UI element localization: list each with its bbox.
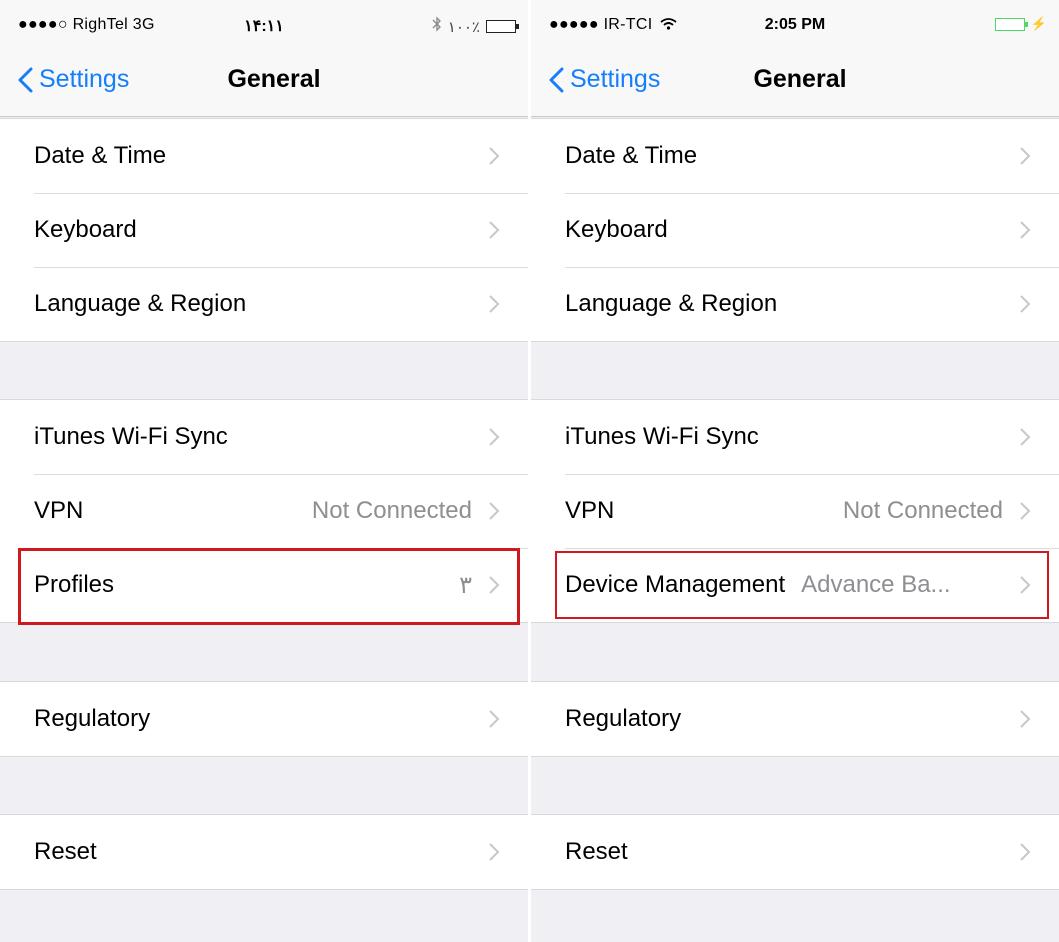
battery-icon xyxy=(994,17,1028,31)
row-itunes-wifi-sync[interactable]: iTunes Wi-Fi Sync xyxy=(531,400,1059,474)
status-indicators: ۱۰۰٪ xyxy=(432,16,519,37)
screenshot-pair: ●●●●○ RighTel 3G ۱۴:۱۱ ۱۰۰٪ Settings Gen… xyxy=(0,0,1059,942)
row-label: iTunes Wi-Fi Sync xyxy=(565,423,759,450)
row-itunes-wifi-sync[interactable]: iTunes Wi-Fi Sync xyxy=(0,400,528,474)
row-label: VPN xyxy=(34,497,84,524)
disclosure-chevron-icon xyxy=(1020,710,1031,728)
page-title: General xyxy=(753,65,847,93)
row-reset[interactable]: Reset xyxy=(531,815,1059,889)
disclosure-chevron-icon xyxy=(1020,502,1031,520)
row-label: Language & Region xyxy=(34,290,247,317)
row-label: Reset xyxy=(34,838,97,865)
row-reset[interactable]: Reset xyxy=(0,815,528,889)
disclosure-chevron-icon xyxy=(489,428,500,446)
settings-group-3: Regulatory xyxy=(0,681,528,757)
row-vpn[interactable]: VPN Not Connected xyxy=(0,474,528,548)
row-language-region[interactable]: Language & Region xyxy=(0,267,528,341)
row-value: Not Connected xyxy=(842,497,1003,524)
navigation-bar: Settings General xyxy=(0,48,528,117)
settings-group-1: Date & Time Keyboard Language & Region xyxy=(0,118,528,342)
row-label: Regulatory xyxy=(34,705,151,732)
row-label: Reset xyxy=(565,838,628,865)
row-regulatory[interactable]: Regulatory xyxy=(0,682,528,756)
row-label: iTunes Wi-Fi Sync xyxy=(34,423,228,450)
disclosure-chevron-icon xyxy=(1020,221,1031,239)
disclosure-chevron-icon xyxy=(489,843,500,861)
disclosure-chevron-icon xyxy=(1020,843,1031,861)
disclosure-chevron-icon xyxy=(489,295,500,313)
disclosure-chevron-icon xyxy=(1020,295,1031,313)
settings-group-1: Date & Time Keyboard Language & Region xyxy=(531,118,1059,342)
row-label: Date & Time xyxy=(565,142,698,169)
row-date-time[interactable]: Date & Time xyxy=(531,119,1059,193)
settings-group-4: Reset xyxy=(531,814,1059,890)
row-label: Date & Time xyxy=(34,142,167,169)
row-keyboard[interactable]: Keyboard xyxy=(531,193,1059,267)
bluetooth-icon xyxy=(432,16,442,37)
row-label: Regulatory xyxy=(565,705,682,732)
row-date-time[interactable]: Date & Time xyxy=(0,119,528,193)
highlight-box-device-management xyxy=(555,551,1049,619)
row-label: Language & Region xyxy=(565,290,778,317)
status-indicators: ⚡ xyxy=(994,16,1047,32)
page-title: General xyxy=(227,65,321,93)
disclosure-chevron-icon xyxy=(489,147,500,165)
battery-percent: ۱۰۰٪ xyxy=(447,18,480,36)
disclosure-chevron-icon xyxy=(1020,428,1031,446)
disclosure-chevron-icon xyxy=(1020,147,1031,165)
charging-bolt-icon: ⚡ xyxy=(1030,16,1047,31)
status-bar: ●●●●○ RighTel 3G ۱۴:۱۱ ۱۰۰٪ xyxy=(0,0,528,48)
row-vpn[interactable]: VPN Not Connected xyxy=(531,474,1059,548)
row-keyboard[interactable]: Keyboard xyxy=(0,193,528,267)
settings-group-4: Reset xyxy=(0,814,528,890)
left-screen: ●●●●○ RighTel 3G ۱۴:۱۱ ۱۰۰٪ Settings Gen… xyxy=(0,0,528,942)
right-screen: ●●●●● IR-TCI 2:05 PM ⚡ Settings General … xyxy=(531,0,1059,942)
navigation-bar: Settings General xyxy=(531,48,1059,117)
highlight-box-profiles xyxy=(18,548,520,625)
battery-icon xyxy=(486,20,519,33)
disclosure-chevron-icon xyxy=(489,502,500,520)
status-time: 2:05 PM xyxy=(764,16,826,33)
row-label: VPN xyxy=(565,497,615,524)
row-value: Not Connected xyxy=(311,497,472,524)
settings-group-3: Regulatory xyxy=(531,681,1059,757)
row-language-region[interactable]: Language & Region xyxy=(531,267,1059,341)
status-bar: ●●●●● IR-TCI 2:05 PM ⚡ xyxy=(531,0,1059,48)
row-label: Keyboard xyxy=(565,216,668,243)
row-label: Keyboard xyxy=(34,216,137,243)
row-regulatory[interactable]: Regulatory xyxy=(531,682,1059,756)
disclosure-chevron-icon xyxy=(489,710,500,728)
disclosure-chevron-icon xyxy=(489,221,500,239)
